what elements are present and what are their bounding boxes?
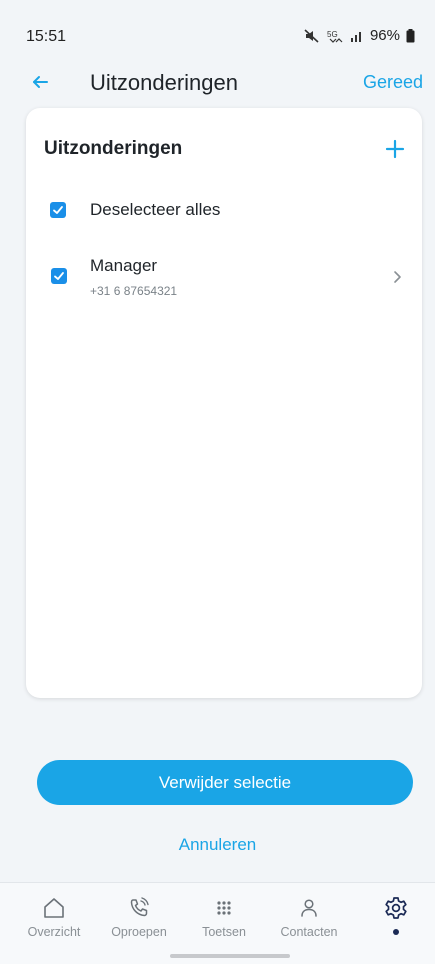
signal-icon	[350, 31, 361, 42]
active-indicator	[393, 929, 399, 935]
battery-percent: 96%	[369, 27, 400, 44]
nav-item-overzicht[interactable]: Overzicht	[11, 895, 97, 939]
network-5g-icon: 5G	[327, 30, 343, 43]
status-icons: 5G 96%	[304, 27, 415, 44]
gear-icon	[385, 897, 407, 919]
chevron-right-icon[interactable]	[392, 270, 404, 284]
phone-icon	[130, 897, 149, 917]
cancel-button[interactable]: Annuleren	[0, 835, 435, 855]
home-icon	[44, 898, 64, 918]
dialpad-icon	[217, 901, 231, 915]
home-indicator	[170, 954, 290, 958]
nav-item-contacten[interactable]: Contacten	[266, 895, 352, 939]
done-button[interactable]: Gereed	[363, 72, 423, 93]
nav-item-settings[interactable]	[353, 895, 435, 935]
contact-name: Manager	[90, 256, 158, 275]
check-icon	[53, 206, 63, 214]
contact-checkbox[interactable]	[51, 268, 67, 284]
status-time: 15:51	[26, 28, 67, 45]
battery-icon	[406, 28, 415, 42]
exceptions-card: Uitzonderingen Deselecteer alles Manager…	[26, 108, 422, 698]
page-title: Uitzonderingen	[90, 70, 238, 95]
select-all-row[interactable]: Deselecteer alles	[26, 196, 422, 226]
nav-item-toetsen[interactable]: Toetsen	[181, 895, 267, 939]
mute-icon	[304, 28, 319, 43]
nav-label: Toetsen	[202, 925, 246, 939]
header: Uitzonderingen Gereed	[0, 70, 435, 100]
nav-item-oproepen[interactable]: Oproepen	[96, 895, 182, 939]
add-icon[interactable]	[384, 138, 406, 160]
svg-text:5G: 5G	[327, 30, 338, 39]
nav-label: Oproepen	[111, 925, 167, 939]
person-icon	[301, 899, 317, 917]
check-icon	[54, 272, 64, 280]
card-title: Uitzonderingen	[44, 138, 183, 159]
contact-phone: +31 6 87654321	[90, 284, 178, 298]
nav-label: Contacten	[280, 925, 338, 939]
select-all-label: Deselecteer alles	[90, 200, 221, 219]
delete-selection-button[interactable]: Verwijder selectie	[37, 760, 413, 805]
contact-row-manager[interactable]: Manager +31 6 87654321	[26, 254, 422, 304]
status-bar: 15:51 5G 96%	[0, 0, 435, 70]
back-arrow-icon[interactable]	[28, 70, 52, 94]
select-all-checkbox[interactable]	[50, 202, 66, 218]
nav-label: Overzicht	[27, 925, 81, 939]
bottom-nav: Overzicht Oproepen Toetsen Contacten	[0, 882, 435, 964]
